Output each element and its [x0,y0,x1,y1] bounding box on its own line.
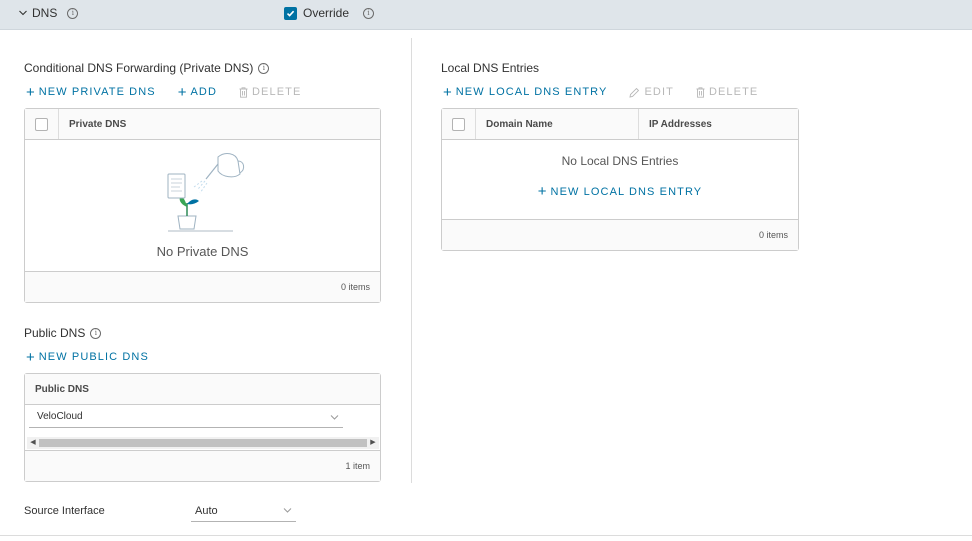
chevron-down-icon [330,415,339,420]
new-local-dns-entry-label: NEW LOCAL DNS ENTRY [455,86,608,98]
select-all-cell [25,109,59,139]
section-title: DNS [32,6,58,20]
local-dns-empty-text: No Local DNS Entries [561,154,679,168]
public-dns-grid: Public DNS VeloCloud ◀ ▶ 1 item [24,373,381,482]
public-dns-select[interactable]: VeloCloud [29,410,343,428]
source-interface-label: Source Interface [24,505,105,517]
plus-icon: + [26,83,35,101]
public-dns-title-row: Public DNS i [24,326,102,340]
column-header-public-dns[interactable]: Public DNS [25,374,89,404]
info-icon[interactable]: i [363,7,375,19]
local-dns-grid: Domain Name IP Addresses No Local DNS En… [441,108,799,251]
local-dns-footer: 0 items [442,219,798,250]
new-public-dns-button[interactable]: + NEW PUBLIC DNS [26,348,149,366]
grid-header: Domain Name IP Addresses [442,109,798,140]
new-local-dns-entry-empty-label: NEW LOCAL DNS ENTRY [550,185,703,198]
select-all-checkbox[interactable] [35,117,48,131]
new-local-dns-entry-empty-button[interactable]: + NEW LOCAL DNS ENTRY [537,183,703,200]
grid-header: Private DNS [25,109,380,140]
private-dns-empty-text: No Private DNS [156,244,249,259]
conditional-dns-title: Conditional DNS Forwarding (Private DNS) [24,61,254,75]
local-dns-title-row: Local DNS Entries [441,61,539,75]
local-dns-title: Local DNS Entries [441,61,540,75]
new-private-dns-button[interactable]: + NEW PRIVATE DNS [26,83,156,101]
public-dns-title: Public DNS [24,326,86,340]
horizontal-scrollbar[interactable]: ◀ ▶ [27,437,379,449]
new-local-dns-entry-button[interactable]: + NEW LOCAL DNS ENTRY [443,83,608,101]
info-icon[interactable]: i [67,7,79,19]
pencil-icon [629,87,640,98]
select-all-cell [442,109,476,139]
new-private-dns-label: NEW PRIVATE DNS [38,86,156,98]
delete-local-dns-button[interactable]: DELETE [696,86,758,98]
edit-local-dns-button[interactable]: EDIT [629,86,673,98]
edit-label: EDIT [644,86,674,98]
dns-section-toggle[interactable]: DNS i [18,6,79,20]
delete-private-dns-button[interactable]: DELETE [239,86,301,98]
column-divider [411,38,412,483]
scroll-right-icon[interactable]: ▶ [369,439,377,447]
local-dns-actions: + NEW LOCAL DNS ENTRY EDIT DELETE [443,83,758,101]
trash-icon [239,86,248,98]
plus-icon: + [26,348,35,366]
plus-icon: + [443,83,452,101]
info-icon[interactable]: i [90,327,102,339]
select-all-checkbox[interactable] [452,117,465,131]
override-checkbox[interactable] [284,6,297,20]
source-interface-select[interactable]: Auto [191,503,296,522]
add-label: ADD [190,86,217,98]
private-dns-footer: 0 items [25,271,380,302]
delete-label: DELETE [708,86,759,98]
checkbox-icon [286,10,295,17]
scroll-thumb[interactable] [39,439,367,447]
plus-icon: + [537,183,547,200]
scroll-left-icon[interactable]: ◀ [29,439,37,447]
private-dns-grid: Private DNS No Private DNS 0 items [24,108,381,303]
chevron-down-icon [19,10,27,16]
add-button[interactable]: + ADD [177,83,217,101]
column-header-private-dns[interactable]: Private DNS [59,109,126,139]
empty-action-row: + NEW LOCAL DNS ENTRY [442,183,798,201]
new-public-dns-label: NEW PUBLIC DNS [38,351,149,363]
bottom-divider [0,535,972,536]
delete-label: DELETE [252,86,302,98]
public-dns-select-value: VeloCloud [37,411,83,422]
column-header-domain-name[interactable]: Domain Name [476,109,639,139]
public-dns-actions: + NEW PUBLIC DNS [26,348,149,366]
override-control: Override i [284,6,375,20]
trash-icon [696,86,705,98]
conditional-dns-actions: + NEW PRIVATE DNS + ADD DELETE [26,83,301,101]
override-label: Override [303,6,350,20]
empty-state-illustration [167,153,245,232]
column-header-ip-addresses[interactable]: IP Addresses [639,109,712,139]
conditional-dns-title-row: Conditional DNS Forwarding (Private DNS)… [24,61,270,75]
grid-header: Public DNS [25,374,380,405]
plus-icon: + [177,83,187,101]
info-icon[interactable]: i [258,62,270,74]
chevron-down-icon [283,508,292,513]
public-dns-footer: 1 item [25,450,380,481]
source-interface-value: Auto [195,505,218,517]
dns-section-header: DNS i Override i [0,0,972,30]
